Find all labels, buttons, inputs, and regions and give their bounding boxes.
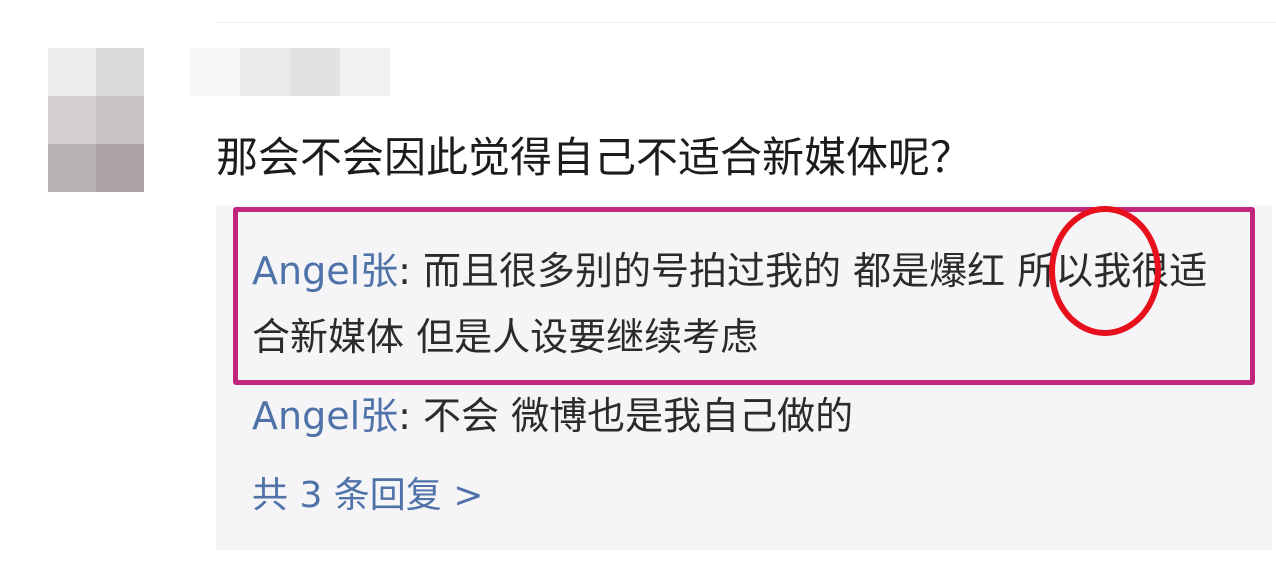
top-divider bbox=[216, 22, 1276, 23]
reply-item[interactable]: Angel张: 不会 微博也是我自己做的 bbox=[252, 383, 853, 449]
avatar-mosaic-tile bbox=[48, 96, 96, 144]
avatar-mosaic-tile bbox=[48, 48, 96, 96]
username-mosaic-tile bbox=[290, 48, 340, 96]
avatar-mosaic-tile bbox=[96, 144, 144, 192]
view-more-replies-link[interactable]: 共 3 条回复 > bbox=[252, 466, 483, 526]
avatar-mosaic-tile bbox=[96, 96, 144, 144]
username-mosaic-tile bbox=[190, 48, 240, 96]
avatar-mosaic-tile bbox=[48, 144, 96, 192]
username-mosaic-tile bbox=[340, 48, 390, 96]
avatar-mosaic-tile bbox=[96, 48, 144, 96]
highlight-circle-annotation bbox=[1049, 206, 1161, 336]
reply-author-link[interactable]: Angel张 bbox=[252, 394, 398, 438]
username-mosaic-tile bbox=[240, 48, 290, 96]
comment-text: 那会不会因此觉得自己不适合新媒体呢？ bbox=[216, 133, 973, 182]
reply-text: 不会 微博也是我自己做的 bbox=[423, 394, 854, 438]
blurred-avatar[interactable] bbox=[48, 48, 144, 192]
blurred-username[interactable] bbox=[190, 48, 390, 96]
reply-separator: : bbox=[398, 394, 424, 438]
